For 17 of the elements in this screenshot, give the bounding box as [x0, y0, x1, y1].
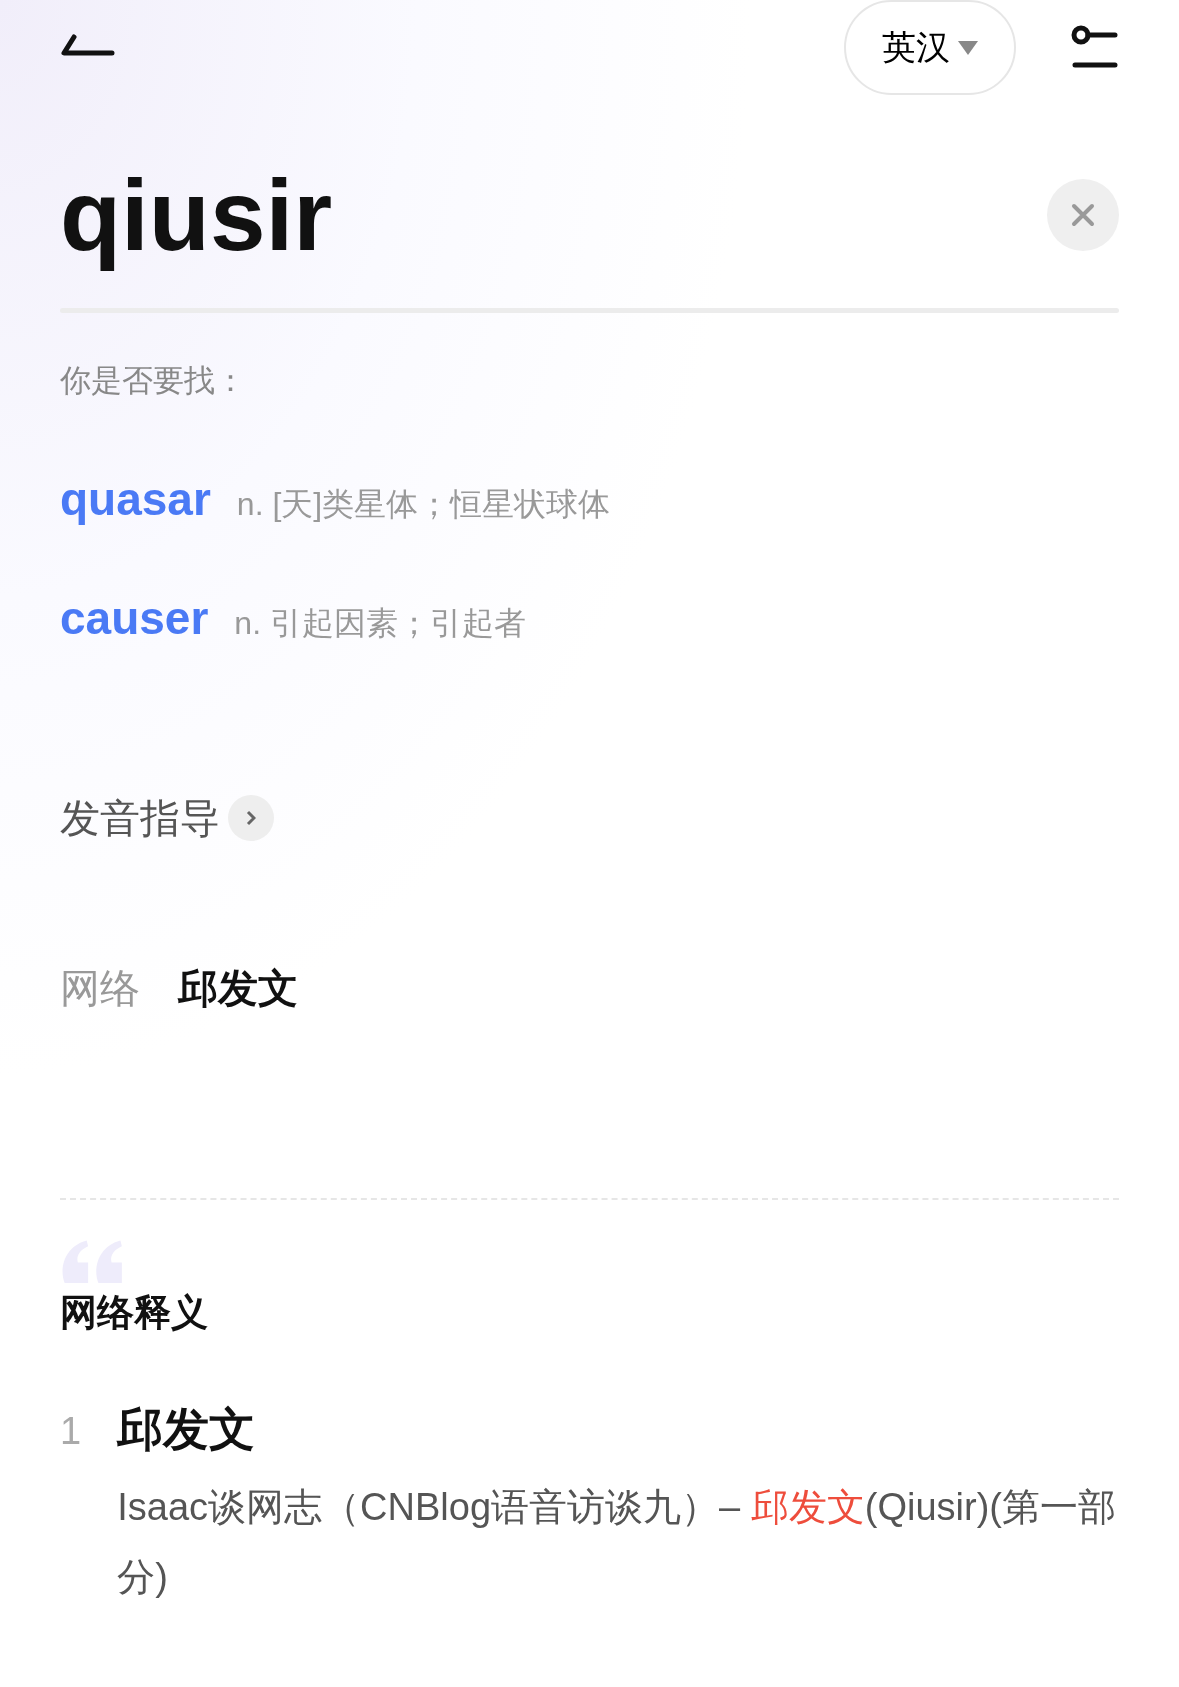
suggested-word[interactable]: causer — [60, 583, 209, 653]
caret-icon — [958, 40, 978, 55]
word-meaning: n. 引起因素；引起者 — [234, 603, 526, 643]
web-label: 网络 — [60, 964, 140, 1012]
language-dropdown[interactable]: 英汉 — [844, 0, 1016, 95]
item-number: 1 — [60, 1409, 83, 1454]
section-title: 网络释义 — [60, 1290, 208, 1335]
example-sentence: Isaac谈网志（CNBlog语音访谈九）– 邱发文(Qiusir)(第一部分) — [117, 1485, 1117, 1601]
suggestions-heading: 你是否要找： — [60, 362, 247, 400]
chevron-icon — [246, 809, 256, 826]
word-meaning: n. [天]类星体；恒星状球体 — [236, 484, 611, 524]
definition-term: 邱发文 — [117, 1402, 257, 1457]
web-translation: 邱发文 — [178, 964, 298, 1012]
pronunciation-guide-link[interactable]: 发音指导 — [60, 787, 220, 848]
suggested-word[interactable]: quasar — [60, 464, 211, 534]
search-field[interactable]: qiusir — [60, 140, 960, 290]
close-icon — [1071, 203, 1095, 227]
